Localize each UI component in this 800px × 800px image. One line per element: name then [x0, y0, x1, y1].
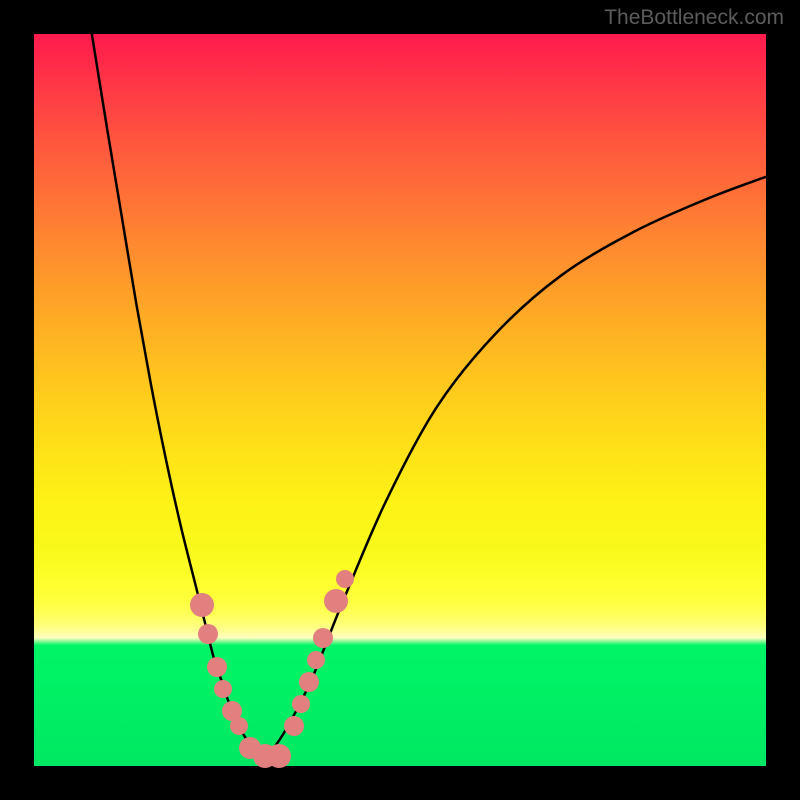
curve-marker: [307, 651, 325, 669]
curve-marker: [284, 716, 304, 736]
curve-marker: [198, 624, 218, 644]
curve-marker: [267, 744, 291, 768]
curve-marker: [292, 695, 310, 713]
curve-marker: [299, 672, 319, 692]
curve-marker: [313, 628, 333, 648]
curve-marker: [214, 680, 232, 698]
curve-marker: [207, 657, 227, 677]
watermark-text: TheBottleneck.com: [604, 6, 784, 30]
curve-marker: [324, 589, 348, 613]
curve-marker: [230, 717, 248, 735]
curve-marker: [190, 593, 214, 617]
curve-marker: [336, 570, 354, 588]
bottleneck-curve: [34, 34, 766, 766]
chart-plot-area: [34, 34, 766, 766]
